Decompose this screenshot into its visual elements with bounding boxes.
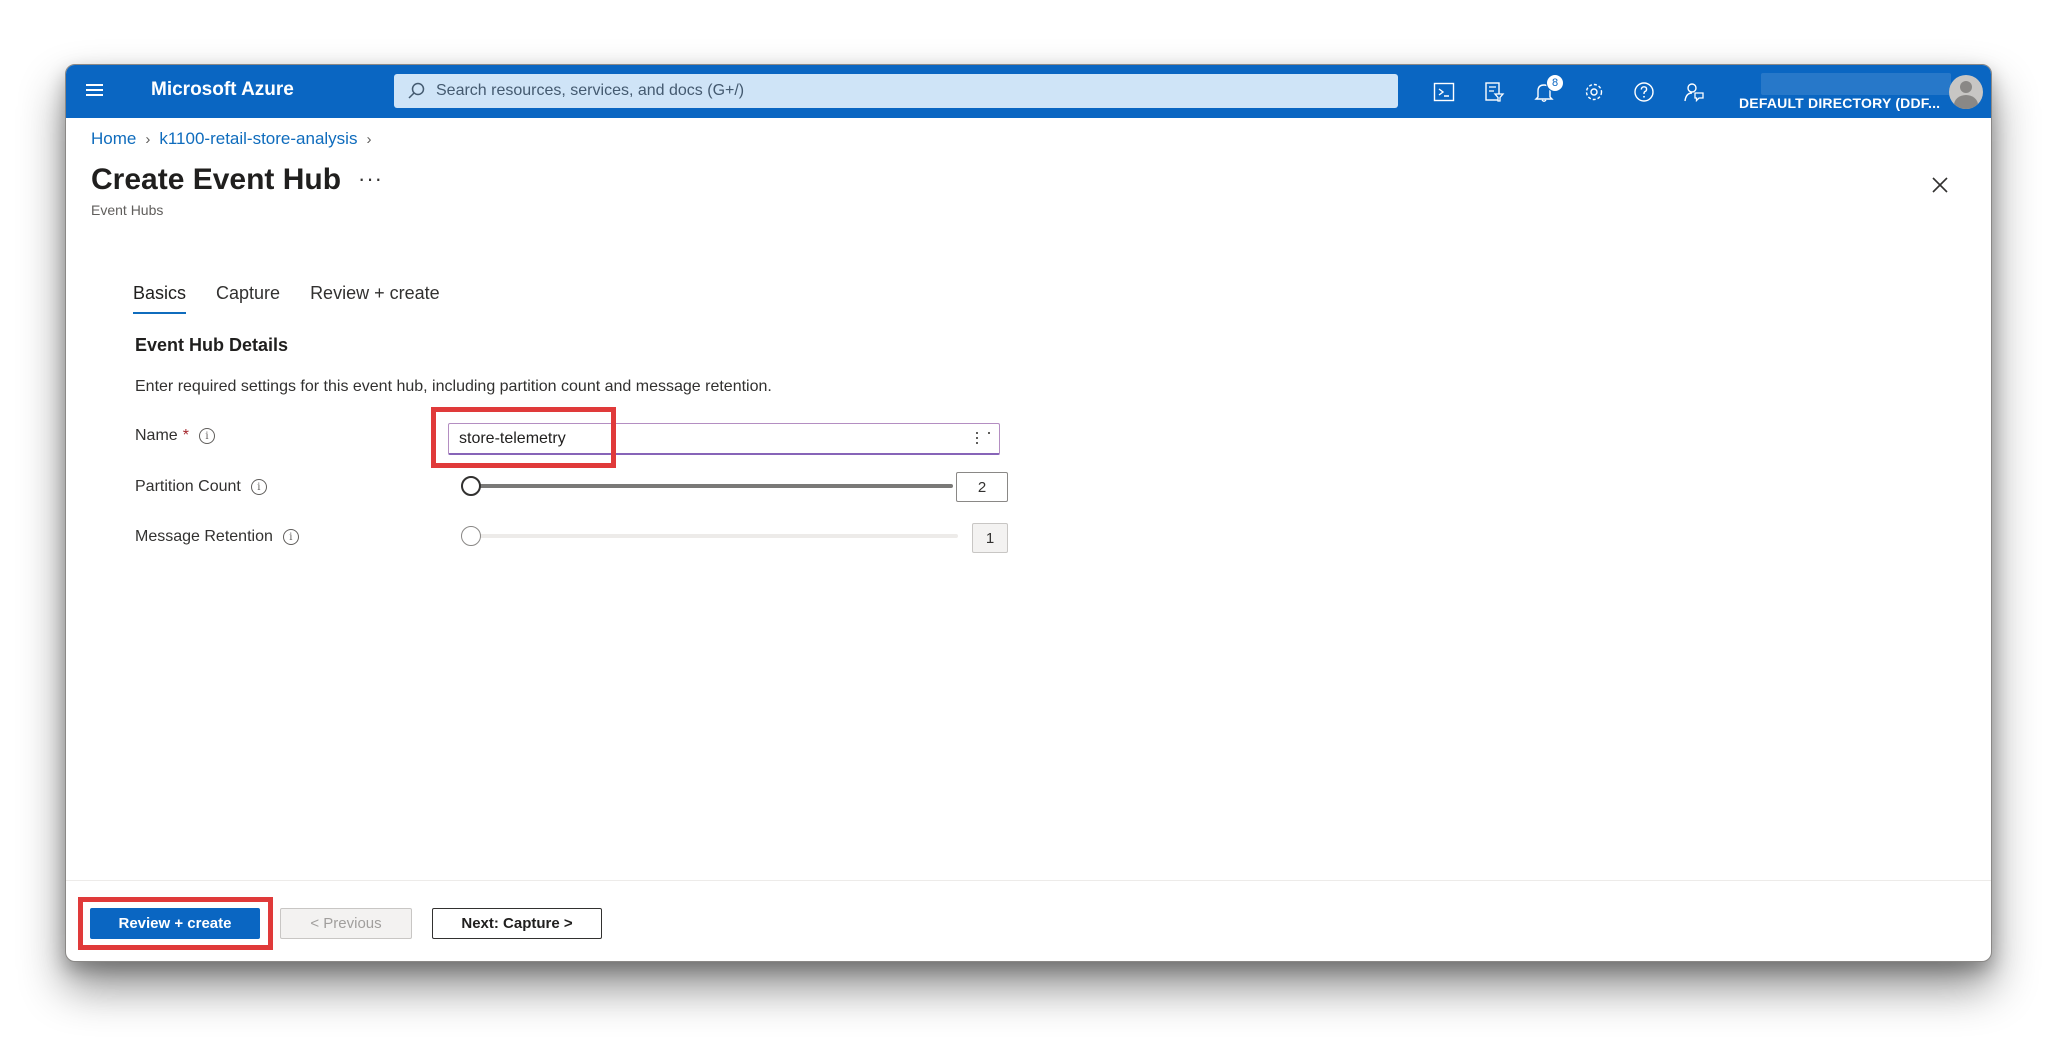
chevron-right-icon: › (145, 130, 151, 148)
partition-count-slider[interactable] (461, 476, 1001, 496)
global-search-input[interactable]: Search resources, services, and docs (G+… (394, 74, 1398, 108)
partition-count-label: Partition Count i (135, 478, 267, 496)
brand-title[interactable]: Microsoft Azure (151, 79, 294, 101)
page-title: Create Event Hub (91, 163, 342, 196)
hamburger-menu-icon[interactable] (86, 81, 108, 101)
tab-review-create[interactable]: Review + create (310, 283, 440, 314)
next-capture-button[interactable]: Next: Capture > (432, 908, 602, 939)
account-name-blurred (1761, 73, 1951, 95)
settings-gear-icon[interactable] (1569, 65, 1619, 118)
cloud-shell-icon[interactable] (1419, 65, 1469, 118)
required-marker: * (182, 427, 189, 444)
breadcrumb: Home › k1100-retail-store-analysis › (91, 129, 380, 149)
retention-slider-track (461, 534, 958, 538)
tab-basics[interactable]: Basics (133, 283, 187, 314)
search-placeholder: Search resources, services, and docs (G+… (436, 82, 745, 99)
tab-capture[interactable]: Capture (216, 283, 280, 314)
directory-name[interactable]: DEFAULT DIRECTORY (DDF... (1739, 95, 1940, 111)
top-navigation-bar: Microsoft Azure Search resources, servic… (66, 65, 1991, 118)
info-icon[interactable]: i (282, 529, 299, 545)
message-retention-label: Message Retention i (135, 528, 299, 546)
name-highlight-box (431, 407, 616, 468)
partition-count-value[interactable]: 2 (956, 472, 1008, 502)
retention-slider-thumb[interactable] (461, 526, 481, 546)
page-subtitle: Event Hubs (91, 202, 164, 218)
wizard-tabs: Basics Capture Review + create (133, 283, 470, 314)
azure-portal-window: Microsoft Azure Search resources, servic… (65, 64, 1992, 962)
section-heading: Event Hub Details (135, 335, 289, 355)
notification-count-badge: 8 (1546, 74, 1564, 92)
name-label-text: Name (135, 427, 178, 444)
info-icon[interactable]: i (250, 479, 267, 495)
notifications-bell-icon[interactable]: 8 (1519, 65, 1569, 118)
partition-slider-thumb[interactable] (461, 476, 481, 496)
message-retention-label-text: Message Retention (135, 528, 273, 545)
partition-slider-track (461, 484, 953, 488)
review-create-highlight-box (78, 897, 273, 950)
more-options-icon[interactable]: ··· (358, 166, 383, 192)
search-icon (408, 82, 425, 99)
topbar-icons: 8 (1419, 65, 1719, 118)
chevron-right-icon: › (366, 130, 372, 148)
info-icon[interactable]: i (198, 428, 215, 444)
directory-filter-icon[interactable] (1469, 65, 1519, 118)
name-label: Name * i (135, 427, 215, 445)
breadcrumb-home[interactable]: Home (91, 129, 136, 149)
message-retention-slider[interactable] (461, 526, 971, 546)
previous-button[interactable]: < Previous (280, 908, 412, 939)
user-avatar[interactable] (1949, 75, 1983, 109)
feedback-icon[interactable] (1669, 65, 1719, 118)
breadcrumb-namespace[interactable]: k1100-retail-store-analysis (159, 129, 357, 149)
partition-count-label-text: Partition Count (135, 478, 241, 495)
section-description: Enter required settings for this event h… (135, 378, 772, 395)
message-retention-value[interactable]: 1 (972, 523, 1008, 553)
close-icon[interactable] (1928, 173, 1952, 197)
autofill-icon[interactable] (973, 429, 993, 449)
help-icon[interactable] (1619, 65, 1669, 118)
footer-divider (66, 880, 1991, 881)
